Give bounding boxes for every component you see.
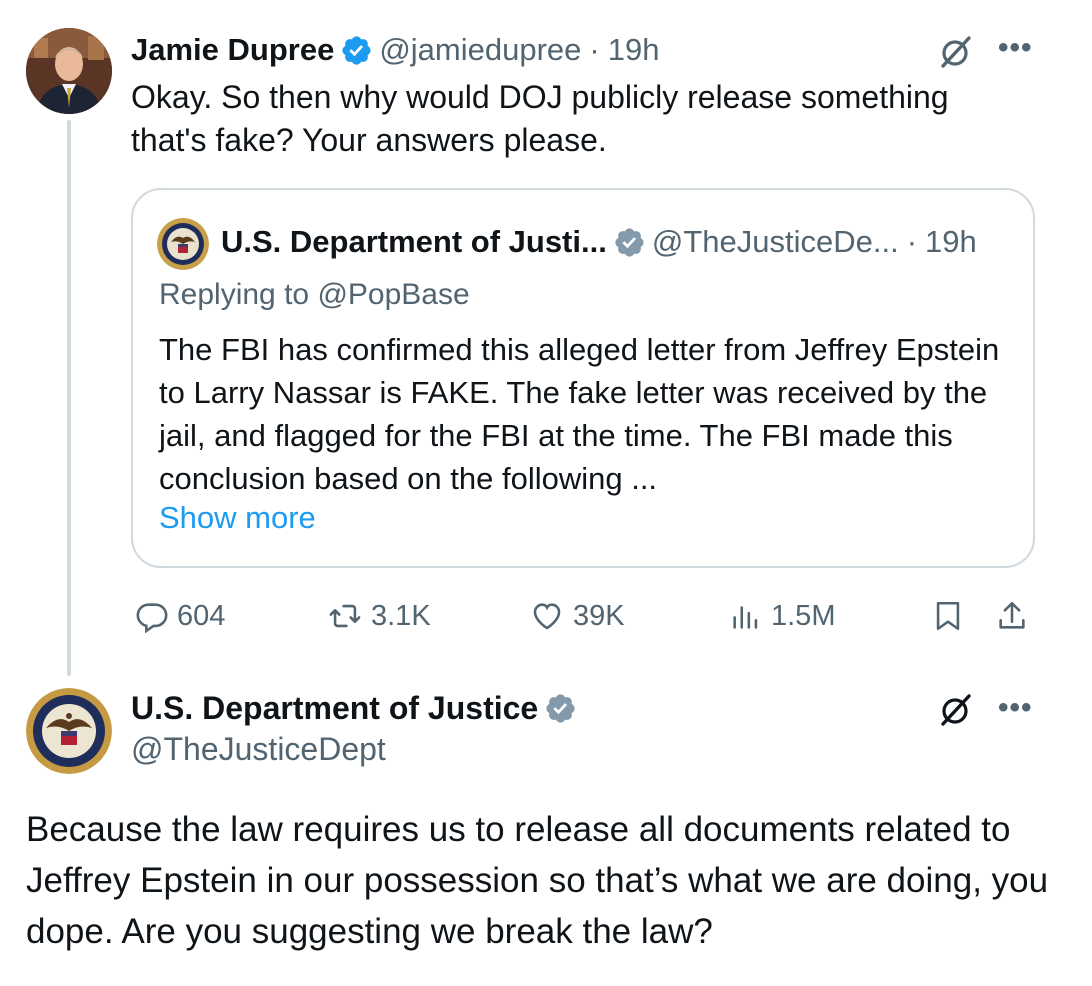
more-options-icon[interactable]: ••• <box>998 693 1033 723</box>
more-options-icon[interactable]: ••• <box>998 33 1033 63</box>
reply-icon <box>136 603 168 633</box>
tweet-action-bar: 604 3.1K 39K 1.5M <box>131 594 1035 638</box>
avatar-jamie-dupree[interactable] <box>26 28 112 114</box>
quoted-tweet[interactable]: U.S. Department of Justi... @TheJusticeD… <box>131 188 1035 568</box>
views-button[interactable]: 1.5M <box>729 594 835 638</box>
author-handle[interactable]: @jamiedupree <box>379 32 581 68</box>
replying-to: Replying to @PopBase <box>159 278 470 312</box>
grok-icon[interactable] <box>936 32 976 72</box>
tweet-text: Okay. So then why would DOJ publicly rel… <box>131 79 949 158</box>
author-handle[interactable]: @TheJusticeDept <box>131 731 386 768</box>
quoted-author-handle[interactable]: @TheJusticeDe... <box>652 224 899 260</box>
tweet-header: U.S. Department of Justice <box>131 686 583 730</box>
gray-verified-badge-icon <box>615 227 644 257</box>
like-button[interactable]: 39K <box>529 594 625 638</box>
replying-prefix: Replying to <box>159 278 318 311</box>
thread-connector-line <box>67 120 71 676</box>
replying-to-handle[interactable]: @PopBase <box>317 278 469 311</box>
grok-icon[interactable] <box>936 690 976 730</box>
quoted-author-name[interactable]: U.S. Department of Justi... <box>221 224 607 260</box>
separator-dot: · <box>589 32 600 67</box>
share-button[interactable] <box>995 594 1037 638</box>
repost-count: 3.1K <box>371 599 431 632</box>
tweet-header: Jamie Dupree @jamiedupree · 19h <box>131 28 659 72</box>
timestamp[interactable]: 19h <box>608 32 660 68</box>
repost-icon <box>329 604 361 628</box>
author-name[interactable]: Jamie Dupree <box>131 32 334 68</box>
reply-button[interactable]: 604 <box>135 594 225 638</box>
view-count: 1.5M <box>771 599 836 632</box>
avatar-doj[interactable] <box>26 688 112 774</box>
bookmark-icon <box>936 601 960 631</box>
gray-verified-badge-icon <box>546 693 575 723</box>
reply-count: 604 <box>177 599 226 632</box>
repost-button[interactable]: 3.1K <box>327 594 431 638</box>
separator-dot: · <box>906 224 918 259</box>
bookmark-button[interactable] <box>931 594 973 638</box>
quoted-timestamp[interactable]: 19h <box>925 224 977 260</box>
heart-icon <box>533 603 561 630</box>
show-more-link[interactable]: Show more <box>159 500 316 536</box>
tweet-text: Because the law requires us to release a… <box>26 810 1049 951</box>
like-count: 39K <box>573 599 625 632</box>
avatar-doj-small <box>157 218 209 270</box>
share-icon <box>999 601 1025 629</box>
quoted-tweet-text: The FBI has confirmed this alleged lette… <box>159 332 1000 496</box>
quoted-tweet-header: U.S. Department of Justi... @TheJusticeD… <box>221 220 977 264</box>
analytics-icon <box>733 606 758 629</box>
verified-badge-icon <box>342 35 371 65</box>
author-name[interactable]: U.S. Department of Justice <box>131 690 538 727</box>
